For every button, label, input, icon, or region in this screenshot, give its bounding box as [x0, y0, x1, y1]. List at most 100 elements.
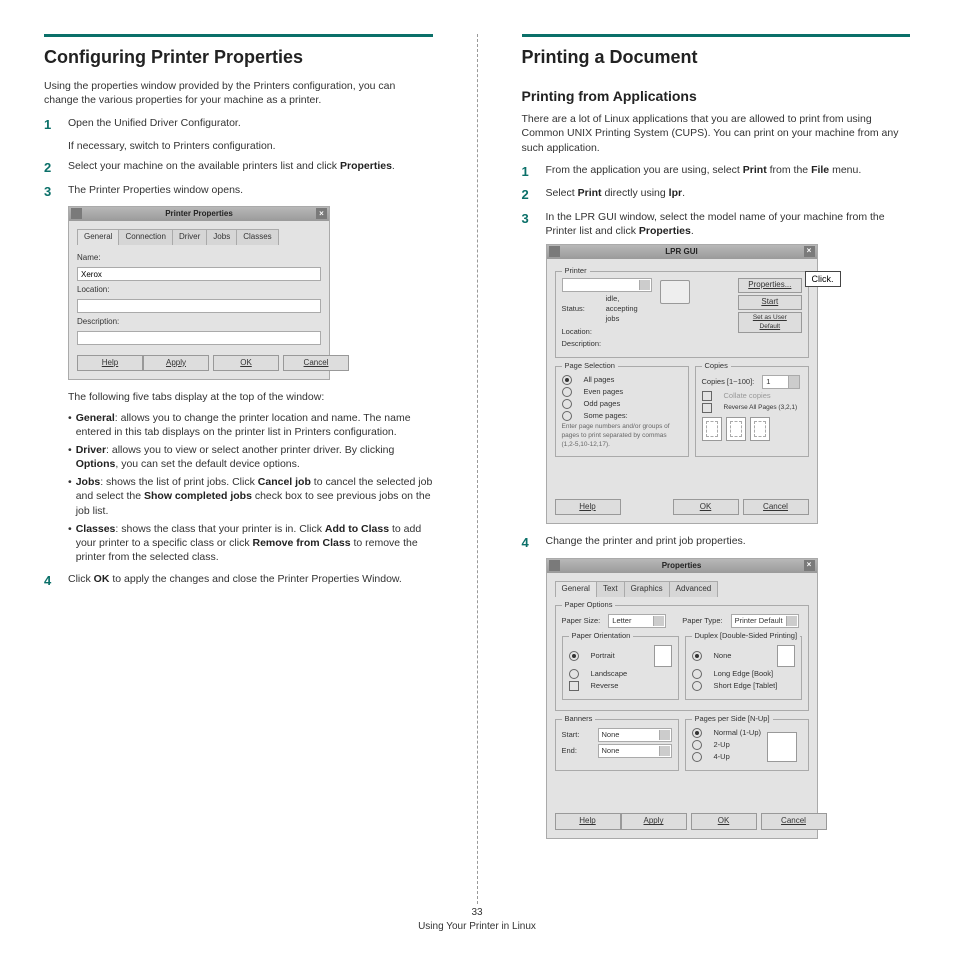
status-label: Status:: [562, 304, 598, 314]
close-icon[interactable]: ×: [804, 560, 815, 571]
r-step-2: Select Print directly using lpr.: [546, 186, 686, 204]
step-1: Open the Unified Driver Configurator.: [68, 116, 241, 134]
radio-none[interactable]: [692, 651, 702, 661]
end-select[interactable]: None: [598, 744, 672, 758]
step-num: 2: [522, 186, 536, 204]
step-1-note: If necessary, switch to Printers configu…: [68, 139, 433, 153]
bullet-classes: Classes: shows the class that your print…: [76, 522, 433, 565]
step-4: Click OK to apply the changes and close …: [68, 572, 402, 590]
step-3: The Printer Properties window opens.: [68, 183, 243, 201]
start-select[interactable]: None: [598, 728, 672, 742]
paperopt-legend: Paper Options: [562, 600, 616, 610]
window-title: Printer Properties: [165, 209, 233, 220]
cancel-button[interactable]: Cancel: [761, 813, 827, 830]
heading-rule: [522, 34, 911, 37]
tab-text[interactable]: Text: [596, 581, 625, 597]
nup-legend: Pages per Side [N-Up]: [692, 714, 773, 724]
help-button[interactable]: Help: [555, 813, 621, 830]
apply-button[interactable]: Apply: [621, 813, 687, 830]
location-label: Location:: [77, 285, 321, 296]
papersize-select[interactable]: Letter: [608, 614, 666, 628]
bullet-driver: Driver: allows you to view or select ano…: [76, 443, 433, 471]
help-button[interactable]: Help: [555, 499, 621, 516]
collate-checkbox[interactable]: [702, 391, 712, 401]
right-intro: There are a lot of Linux applications th…: [522, 112, 911, 155]
close-icon[interactable]: ×: [316, 208, 327, 219]
copies-spinner[interactable]: 1: [762, 375, 800, 389]
radio-short-edge[interactable]: [692, 681, 702, 691]
tabs-intro: The following five tabs display at the t…: [68, 390, 433, 404]
location-input[interactable]: [77, 299, 321, 313]
radio-portrait[interactable]: [569, 651, 579, 661]
ok-button[interactable]: OK: [691, 813, 757, 830]
right-heading: Printing a Document: [522, 45, 911, 69]
step-num: 3: [44, 183, 58, 201]
page-icon: [750, 417, 770, 441]
r-step-1: From the application you are using, sele…: [546, 163, 862, 181]
step-num: 4: [522, 534, 536, 552]
start-label: Start:: [562, 730, 590, 740]
printer-legend: Printer: [562, 266, 590, 276]
lpr-gui-window: LPR GUI × Printer Status:idle, accepting…: [546, 244, 818, 524]
printer-properties-window: Printer Properties × General Connection …: [68, 206, 330, 380]
radio-long-edge[interactable]: [692, 669, 702, 679]
reverse-checkbox[interactable]: [569, 681, 579, 691]
tab-driver[interactable]: Driver: [172, 229, 207, 245]
left-column: Configuring Printer Properties Using the…: [36, 34, 441, 904]
window-title: LPR GUI: [665, 247, 697, 258]
printer-icon: [660, 280, 690, 304]
radio-all[interactable]: [562, 375, 572, 385]
radio-odd[interactable]: [562, 399, 572, 409]
ok-button[interactable]: OK: [213, 355, 279, 372]
close-icon[interactable]: ×: [804, 246, 815, 257]
start-button[interactable]: Start: [738, 295, 801, 310]
cancel-button[interactable]: Cancel: [283, 355, 349, 372]
tab-connection[interactable]: Connection: [118, 229, 172, 245]
name-label: Name:: [77, 253, 321, 264]
radio-landscape[interactable]: [569, 669, 579, 679]
radio-even[interactable]: [562, 387, 572, 397]
menu-icon[interactable]: [549, 246, 560, 257]
name-input[interactable]: [77, 267, 321, 281]
bullet-jobs: Jobs: shows the list of print jobs. Clic…: [76, 475, 433, 518]
step-num: 1: [522, 163, 536, 181]
description-label: Description:: [562, 339, 602, 349]
radio-2up[interactable]: [692, 740, 702, 750]
right-column: Printing a Document Printing from Applic…: [514, 34, 919, 904]
menu-icon[interactable]: [549, 560, 560, 571]
location-label: Location:: [562, 327, 592, 337]
pages-hint: Enter page numbers and/or groups of page…: [562, 423, 682, 449]
left-heading: Configuring Printer Properties: [44, 45, 433, 69]
help-button[interactable]: Help: [77, 355, 143, 372]
papertype-select[interactable]: Printer Default: [731, 614, 799, 628]
banners-legend: Banners: [562, 714, 596, 724]
tab-classes[interactable]: Classes: [236, 229, 278, 245]
reverse-checkbox[interactable]: [702, 403, 712, 413]
tab-graphics[interactable]: Graphics: [624, 581, 670, 597]
page-icon: [726, 417, 746, 441]
step-2: Select your machine on the available pri…: [68, 159, 395, 177]
step-num: 4: [44, 572, 58, 590]
ok-button[interactable]: OK: [673, 499, 739, 516]
description-label: Description:: [77, 317, 321, 328]
radio-4up[interactable]: [692, 752, 702, 762]
papersize-label: Paper Size:: [562, 616, 601, 626]
properties-button[interactable]: Properties...: [738, 278, 801, 293]
menu-icon[interactable]: [71, 208, 82, 219]
window-titlebar: Printer Properties ×: [69, 207, 329, 221]
tab-jobs[interactable]: Jobs: [206, 229, 237, 245]
step-num: 1: [44, 116, 58, 134]
cancel-button[interactable]: Cancel: [743, 499, 809, 516]
click-callout: Click.: [805, 271, 841, 287]
page-number: 33: [36, 906, 918, 920]
apply-button[interactable]: Apply: [143, 355, 209, 372]
printer-select[interactable]: [562, 278, 652, 292]
tab-general[interactable]: General: [77, 229, 119, 245]
description-input[interactable]: [77, 331, 321, 345]
tab-advanced[interactable]: Advanced: [669, 581, 719, 597]
orient-legend: Paper Orientation: [569, 631, 634, 641]
tab-general[interactable]: General: [555, 581, 597, 597]
radio-1up[interactable]: [692, 728, 702, 738]
radio-some[interactable]: [562, 411, 572, 421]
set-default-button[interactable]: Set as User Default: [738, 312, 801, 334]
